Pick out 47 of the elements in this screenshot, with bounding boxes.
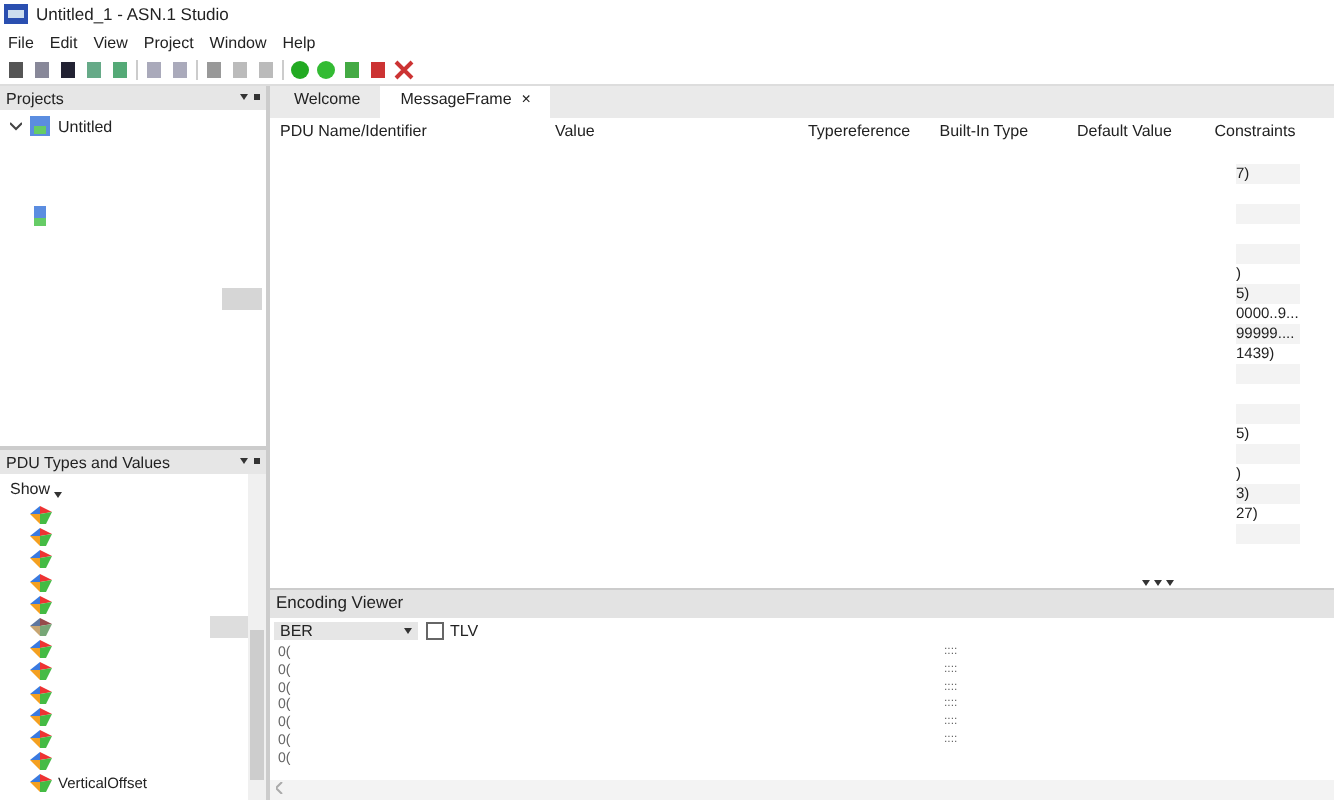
- column-header[interactable]: Typereference: [797, 122, 930, 140]
- format-dropdown[interactable]: BER: [274, 621, 418, 639]
- panel-header: Encoding Viewer: [270, 590, 1334, 618]
- column-header[interactable]: Built-In Type: [929, 122, 1067, 140]
- checkbox[interactable]: [426, 621, 444, 639]
- project-icon: [34, 206, 46, 226]
- pdu-type-icon[interactable]: [30, 752, 52, 771]
- menu-item[interactable]: Project: [143, 33, 194, 51]
- app-logo-icon: [4, 4, 28, 24]
- splitter-handle-icon[interactable]: [1142, 580, 1174, 586]
- pdu-type-icon[interactable]: [30, 550, 52, 569]
- close-icon[interactable]: ×: [521, 90, 531, 108]
- menu-item[interactable]: Window: [209, 33, 267, 51]
- pdu-type-icon[interactable]: [30, 595, 52, 614]
- menu-item[interactable]: Help: [282, 33, 316, 51]
- pdu-type-icon[interactable]: [30, 774, 52, 793]
- panel-header: PDU Types and Values: [0, 450, 266, 474]
- panel-header: Projects: [0, 86, 266, 110]
- project-icon: [30, 116, 50, 136]
- checkbox-label: TLV: [450, 621, 479, 639]
- menu-item[interactable]: View: [93, 33, 128, 51]
- pdu-type-icon[interactable]: [30, 729, 52, 748]
- menu-item[interactable]: File: [8, 33, 34, 51]
- caret-icon[interactable]: [54, 492, 63, 498]
- column-header[interactable]: Default Value: [1067, 122, 1205, 140]
- pdu-type-icon[interactable]: [30, 685, 52, 704]
- panel-controls-icon[interactable]: [240, 94, 260, 102]
- editor-tab[interactable]: MessageFrame ×: [380, 86, 551, 118]
- pdu-type-icon[interactable]: [30, 707, 52, 726]
- pdu-type-icon[interactable]: [30, 573, 52, 592]
- show-dropdown[interactable]: Show: [10, 480, 51, 498]
- tree-item[interactable]: Untitled: [58, 117, 113, 135]
- pdu-type-icon[interactable]: [30, 506, 52, 525]
- scrollbar[interactable]: [248, 474, 266, 800]
- menu-item[interactable]: Edit: [49, 33, 78, 51]
- pdu-type-icon[interactable]: [30, 640, 52, 659]
- column-header[interactable]: Constraints: [1204, 122, 1334, 140]
- window-title: Untitled_1 - ASN.1 Studio: [36, 4, 229, 24]
- column-header[interactable]: PDU Name/Identifier: [270, 122, 545, 140]
- pdu-type-icon[interactable]: [30, 528, 52, 547]
- pdu-type-icon[interactable]: [30, 662, 52, 681]
- column-header[interactable]: Value: [544, 122, 798, 140]
- scrollbar-thumb[interactable]: [222, 288, 262, 310]
- panel-controls-icon[interactable]: [240, 458, 260, 466]
- chevron-icon[interactable]: [10, 120, 22, 132]
- pdu-type-icon[interactable]: [30, 618, 52, 637]
- caret-icon[interactable]: [404, 627, 412, 633]
